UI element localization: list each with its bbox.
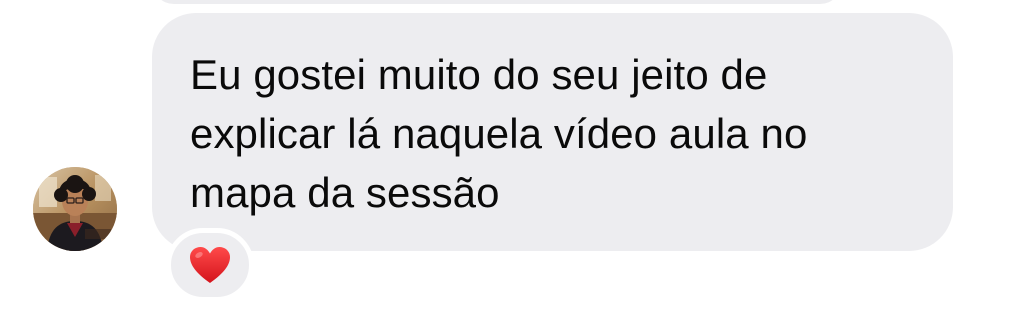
previous-message-bubble[interactable] [152, 0, 842, 4]
person-avatar-icon [33, 167, 117, 251]
message-bubble[interactable]: Eu gostei muito do seu jeito de explicar… [152, 13, 953, 251]
red-heart-icon [190, 247, 230, 283]
chat-thread: Eu gostei muito do seu jeito de explicar… [0, 0, 1032, 333]
reaction-badge[interactable] [166, 228, 254, 302]
sender-avatar[interactable] [33, 167, 117, 251]
message-text: Eu gostei muito do seu jeito de explicar… [190, 51, 808, 216]
